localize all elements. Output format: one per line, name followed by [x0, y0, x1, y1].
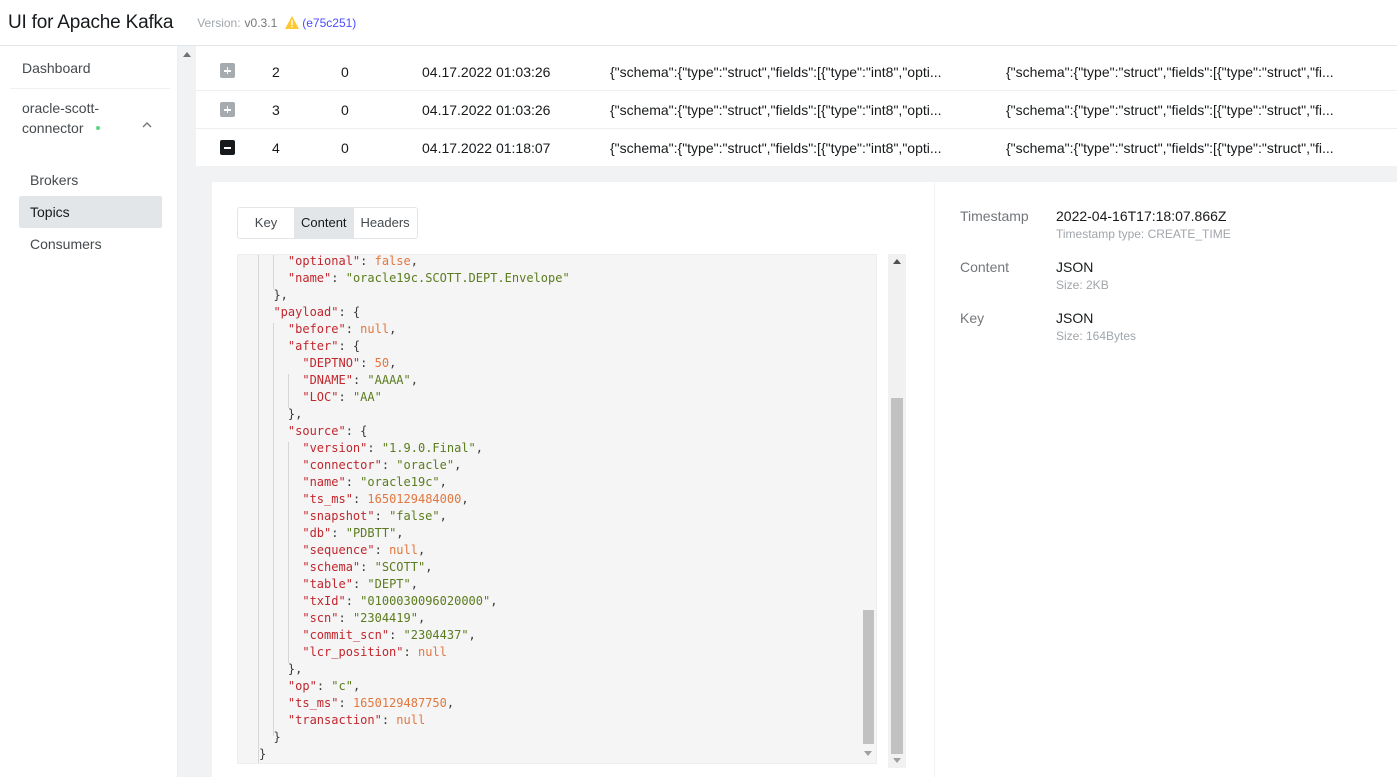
- message-detail: Key Content Headers "optional": false, "…: [196, 166, 1397, 777]
- code-line: "DNAME": "AAAA",: [302, 373, 418, 387]
- scroll-up-arrow-icon[interactable]: [183, 52, 191, 57]
- scroll-down-arrow-icon[interactable]: [893, 758, 901, 763]
- cluster-toggle[interactable]: oracle-scott-connector: [22, 98, 162, 138]
- code-line: "LOC": "AA": [302, 390, 382, 404]
- code-line: }: [259, 730, 281, 744]
- code-line: "lcr_position": null: [302, 645, 447, 659]
- json-viewer-scrollbar[interactable]: [861, 255, 876, 763]
- tab-headers[interactable]: Headers: [354, 208, 417, 238]
- timestamp-cell: 04.17.2022 01:03:26: [422, 102, 551, 118]
- version-value: v0.3.1: [244, 15, 278, 30]
- messages-table: 2 0 04.17.2022 01:03:26 {"schema":{"type…: [196, 46, 1397, 167]
- code-line: "after": {: [287, 339, 361, 353]
- offset-cell: 2: [272, 64, 280, 80]
- code-line: "sequence": null,: [302, 543, 426, 557]
- key-cell: {"schema":{"type":"struct","fields":[{"t…: [610, 64, 942, 80]
- table-row[interactable]: 3 0 04.17.2022 01:03:26 {"schema":{"type…: [196, 91, 1397, 129]
- code-line: "optional": false,: [287, 254, 418, 268]
- timestamp-cell: 04.17.2022 01:03:26: [422, 64, 551, 80]
- scroll-thumb[interactable]: [891, 398, 903, 754]
- code-line: "before": null,: [287, 322, 397, 336]
- offset-cell: 3: [272, 102, 280, 118]
- code-line: },: [259, 407, 303, 421]
- code-line: "transaction": null: [287, 713, 426, 727]
- meta-label: Timestamp: [960, 208, 1029, 224]
- value-cell: {"schema":{"type":"struct","fields":[{"t…: [1006, 102, 1334, 118]
- sidebar-item-consumers[interactable]: Consumers: [19, 228, 162, 260]
- expand-plus-icon[interactable]: [220, 63, 235, 78]
- code-line: },: [259, 288, 288, 302]
- json-code: "optional": false, "name": "oracle19c.SC…: [259, 254, 570, 763]
- code-line: "ts_ms": 1650129487750,: [287, 696, 455, 710]
- sidebar-item-topics[interactable]: Topics: [19, 196, 162, 228]
- tab-key[interactable]: Key: [238, 208, 294, 238]
- code-line: "DEPTNO": 50,: [302, 356, 397, 370]
- code-line: "scn": "2304419",: [302, 611, 426, 625]
- warning-triangle-icon: [285, 16, 300, 29]
- message-content-panel: Key Content Headers "optional": false, "…: [212, 182, 934, 777]
- cluster-status-dot: [96, 126, 100, 130]
- scroll-up-arrow-icon[interactable]: [893, 259, 901, 264]
- code-line: "version": "1.9.0.Final",: [302, 441, 483, 455]
- expand-plus-icon[interactable]: [220, 102, 235, 117]
- content-tabs: Key Content Headers: [237, 207, 418, 239]
- value-cell: {"schema":{"type":"struct","fields":[{"t…: [1006, 140, 1334, 156]
- scroll-down-arrow-icon[interactable]: [864, 751, 872, 756]
- code-line: "table": "DEPT",: [302, 577, 418, 591]
- code-line: "connector": "oracle",: [302, 458, 462, 472]
- commit-hash[interactable]: e75c251: [306, 16, 352, 30]
- collapse-minus-icon[interactable]: [220, 140, 235, 155]
- code-line: "payload": {: [273, 305, 361, 319]
- code-line: "source": {: [287, 424, 368, 438]
- value-cell: {"schema":{"type":"struct","fields":[{"t…: [1006, 64, 1334, 80]
- key-cell: {"schema":{"type":"struct","fields":[{"t…: [610, 102, 942, 118]
- table-row[interactable]: 2 0 04.17.2022 01:03:26 {"schema":{"type…: [196, 46, 1397, 91]
- offset-cell: 4: [272, 140, 280, 156]
- partition-cell: 0: [341, 140, 349, 156]
- meta-sub: Size: 164Bytes: [1056, 329, 1137, 343]
- sidebar: Dashboard oracle-scott-connector Brokers…: [0, 46, 178, 777]
- timestamp-cell: 04.17.2022 01:18:07: [422, 140, 551, 156]
- content-scrollbar[interactable]: [888, 254, 906, 768]
- cluster-name[interactable]: oracle-scott-connector: [22, 98, 102, 138]
- partition-cell: 0: [341, 64, 349, 80]
- meta-label: Content: [960, 259, 1010, 275]
- table-row-expanded[interactable]: 4 0 04.17.2022 01:18:07 {"schema":{"type…: [196, 129, 1397, 167]
- scroll-thumb[interactable]: [863, 610, 874, 744]
- app-title[interactable]: UI for Apache Kafka: [8, 12, 173, 34]
- code-line: "op": "c",: [287, 679, 361, 693]
- sidebar-item-dashboard[interactable]: Dashboard: [22, 60, 91, 76]
- version-label: Version:: [197, 15, 241, 30]
- tab-content[interactable]: Content: [294, 208, 354, 238]
- code-line: "ts_ms": 1650129484000,: [302, 492, 469, 506]
- page-scrollbar[interactable]: [178, 46, 196, 777]
- message-metadata-panel: Timestamp 2022-04-16T17:18:07.866Z Times…: [935, 182, 1397, 777]
- partition-cell: 0: [341, 102, 349, 118]
- code-line: "db": "PDBTT",: [302, 526, 404, 540]
- meta-value: JSON: [1056, 259, 1094, 275]
- code-line: "schema": "SCOTT",: [302, 560, 433, 574]
- meta-label: Key: [960, 310, 985, 326]
- chevron-up-icon[interactable]: [142, 120, 152, 130]
- key-cell: {"schema":{"type":"struct","fields":[{"t…: [610, 140, 942, 156]
- code-line: },: [259, 662, 303, 676]
- meta-value: JSON: [1056, 310, 1094, 326]
- code-line: "commit_scn": "2304437",: [302, 628, 476, 642]
- meta-sub: Size: 2KB: [1056, 278, 1109, 292]
- sidebar-item-brokers[interactable]: Brokers: [19, 164, 162, 196]
- top-bar: UI for Apache Kafka Version: v0.3.1 (e75…: [0, 0, 1397, 46]
- sidebar-divider: [10, 88, 170, 89]
- json-viewer[interactable]: "optional": false, "name": "oracle19c.SC…: [237, 254, 877, 764]
- commit-link[interactable]: (e75c251): [302, 16, 356, 30]
- meta-value: 2022-04-16T17:18:07.866Z: [1056, 208, 1227, 224]
- code-line: "snapshot": "false",: [302, 509, 447, 523]
- code-line: }: [259, 747, 267, 761]
- meta-sub: Timestamp type: CREATE_TIME: [1056, 227, 1231, 241]
- code-line: "name": "oracle19c",: [302, 475, 447, 489]
- code-line: "name": "oracle19c.SCOTT.DEPT.Envelope": [287, 271, 570, 285]
- code-line: "txId": "0100030096020000",: [302, 594, 498, 608]
